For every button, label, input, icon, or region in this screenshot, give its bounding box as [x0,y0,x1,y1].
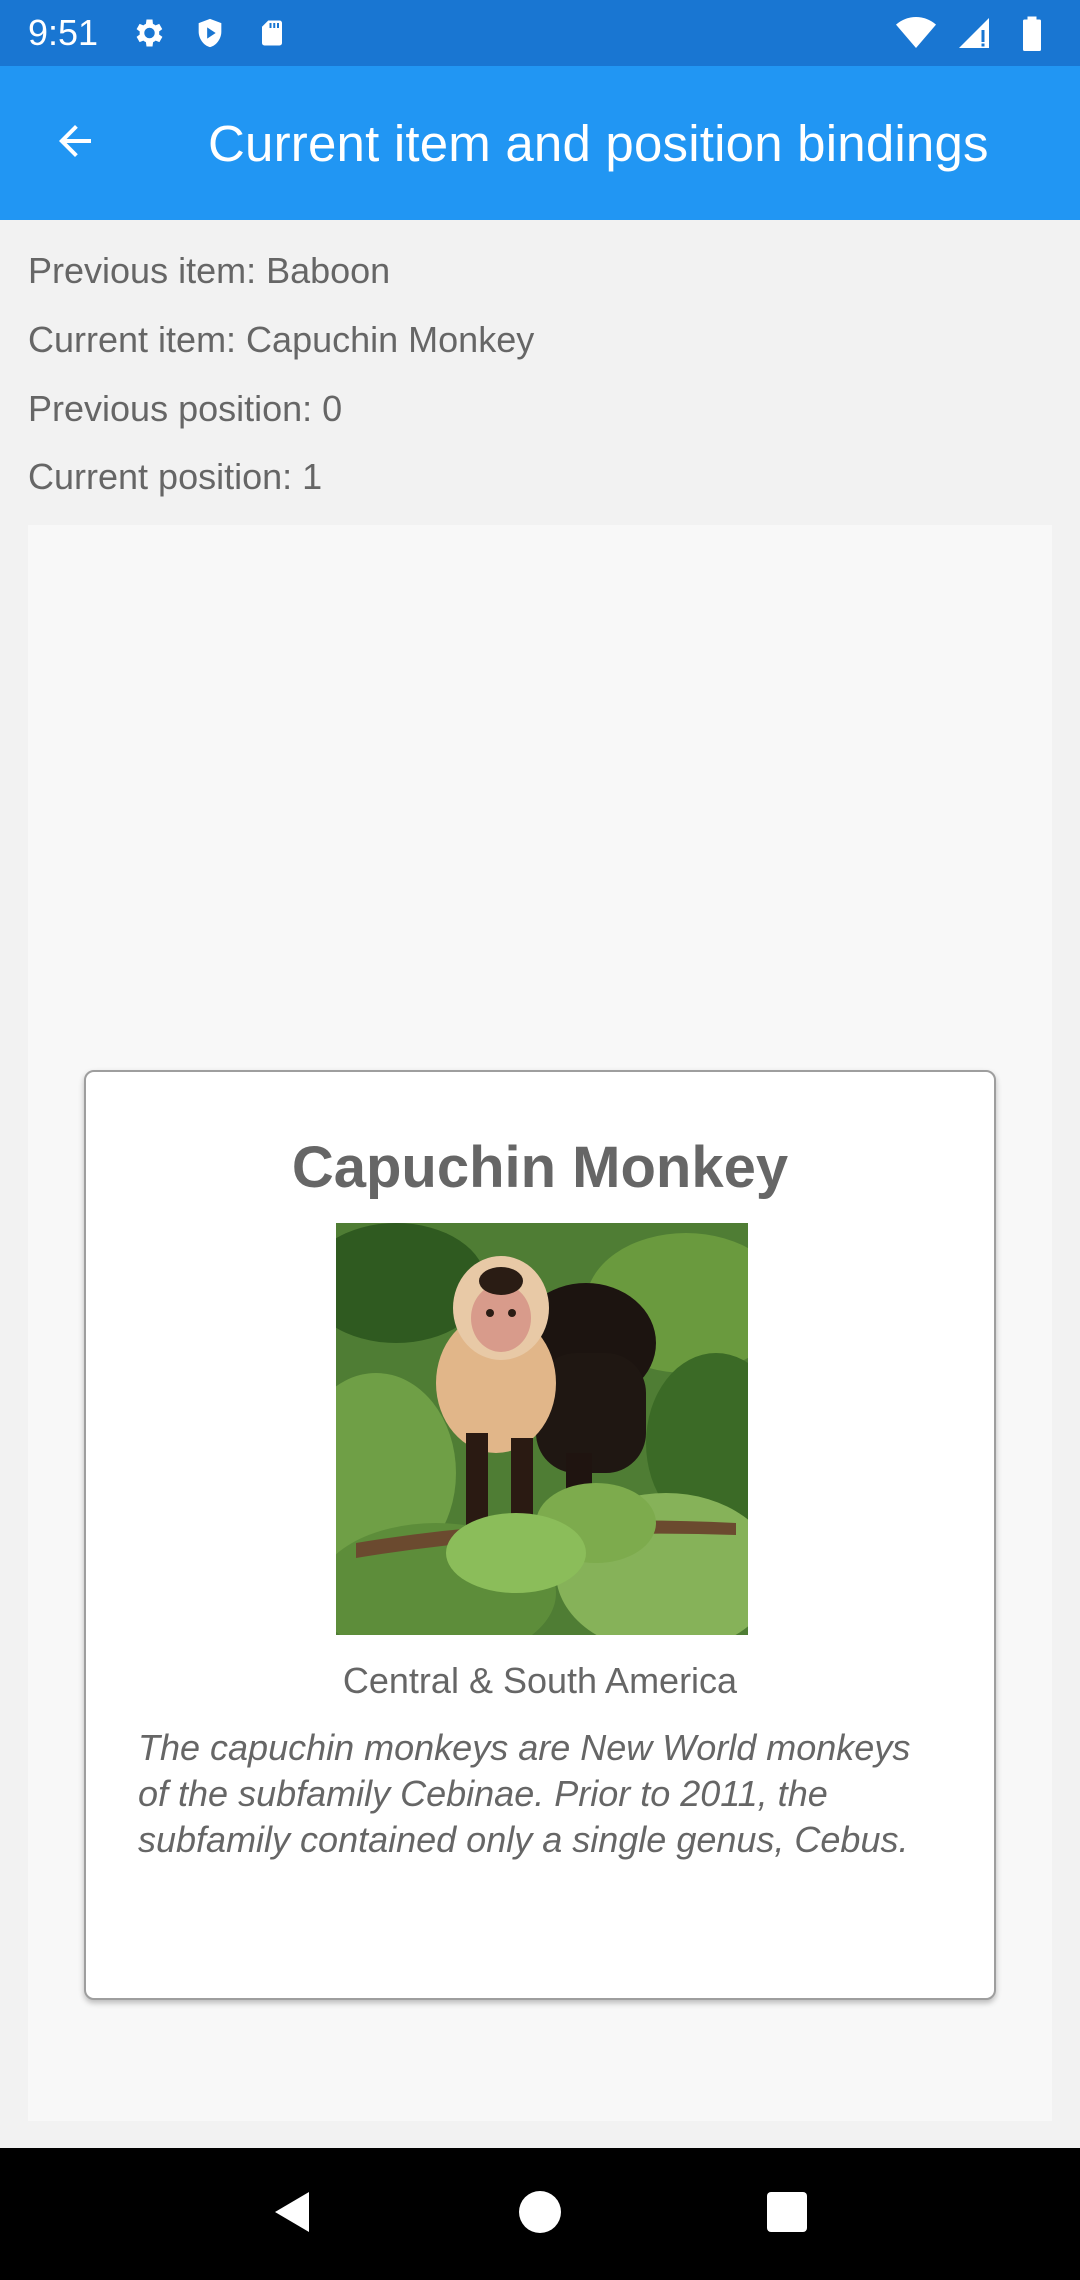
content: Previous item: Baboon Current item: Capu… [0,220,1080,2148]
app-bar: Current item and position bindings [0,66,1080,220]
capuchin-monkey-image [336,1223,748,1635]
page-title: Current item and position bindings [208,114,989,172]
previous-position-label: Previous position: 0 [28,388,343,429]
carousel-view[interactable]: Capuchin Monkey Central & South America … [28,525,1052,2121]
nav-back-button[interactable] [263,2184,323,2244]
home-circle-icon [518,2190,561,2238]
back-button[interactable] [30,98,120,188]
wifi-icon [896,13,936,53]
status-time: 9:51 [28,12,99,53]
nav-recents-button[interactable] [757,2184,817,2244]
shield-play-icon [190,13,230,53]
card-details: The capuchin monkeys are New World monke… [138,1727,911,1860]
sd-card-icon [252,13,292,53]
previous-item-label: Previous item: Baboon [28,250,391,291]
gear-icon [128,13,168,53]
nav-home-button[interactable] [510,2184,570,2244]
card-title: Capuchin Monkey [291,1135,789,1200]
status-right-icons [878,13,1052,53]
monkey-card[interactable]: Capuchin Monkey Central & South America … [84,1070,996,2000]
card-location: Central & South America [342,1660,738,1701]
battery-icon [1012,13,1052,53]
signal-icon [954,13,994,53]
recents-square-icon [766,2191,807,2237]
current-item-label: Current item: Capuchin Monkey [28,319,535,360]
current-position-label: Current position: 1 [28,456,323,497]
arrow-left-icon [51,117,99,170]
status-bar: 9:51 [0,0,1080,66]
back-triangle-icon [273,2190,313,2239]
navigation-bar [0,2148,1080,2280]
